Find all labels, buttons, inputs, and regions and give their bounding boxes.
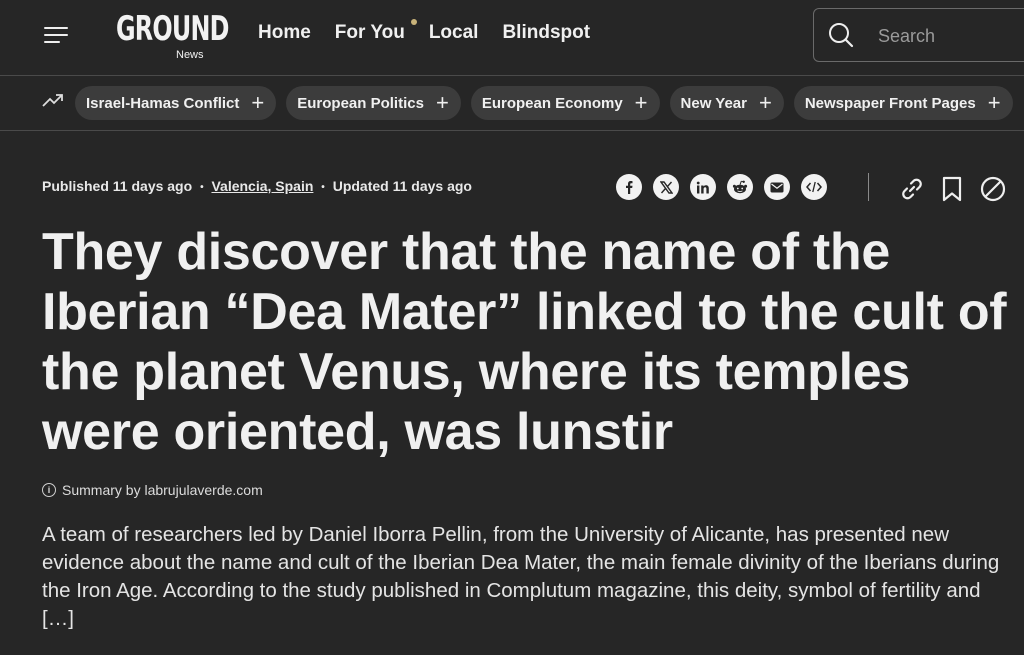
menu-icon[interactable] xyxy=(44,27,70,47)
updated-time: Updated 11 days ago xyxy=(332,178,472,194)
nav-local[interactable]: Local xyxy=(429,22,479,44)
logo-subtext: News xyxy=(176,49,204,61)
plus-icon[interactable]: + xyxy=(251,92,264,114)
trending-topics-bar: Israel-Hamas Conflict + European Politics… xyxy=(0,76,1024,131)
x-icon[interactable] xyxy=(653,174,679,200)
search-input[interactable] xyxy=(876,23,1024,49)
email-icon[interactable] xyxy=(764,174,790,200)
meta-separator: • xyxy=(321,182,325,193)
nav-for-you[interactable]: For You xyxy=(334,19,417,44)
embed-icon[interactable] xyxy=(801,174,827,200)
info-icon: i xyxy=(42,483,56,497)
published-time: Published 11 days ago xyxy=(42,178,193,194)
search-icon xyxy=(829,23,854,48)
topic-pill[interactable]: Newspaper Front Pages + xyxy=(793,86,1013,120)
facebook-icon[interactable] xyxy=(616,174,642,200)
notification-dot xyxy=(410,19,417,25)
topic-label: New Year xyxy=(680,94,747,112)
topic-label: Newspaper Front Pages xyxy=(804,94,976,112)
plus-icon[interactable]: + xyxy=(635,92,648,114)
location-link[interactable]: Valencia, Spain xyxy=(211,178,313,194)
meta-separator: • xyxy=(200,182,204,193)
linkedin-icon[interactable] xyxy=(690,174,716,200)
nav-for-you-label: For You xyxy=(334,22,405,43)
topic-pill[interactable]: European Economy + xyxy=(470,86,660,120)
nav-blindspot[interactable]: Blindspot xyxy=(502,22,590,44)
topic-label: European Economy xyxy=(481,94,623,112)
topic-pills: Israel-Hamas Conflict + European Politics… xyxy=(75,86,1023,120)
plus-icon[interactable]: + xyxy=(436,92,449,114)
block-icon[interactable] xyxy=(980,176,1006,202)
link-icon[interactable] xyxy=(899,176,925,202)
nav-home[interactable]: Home xyxy=(258,22,311,44)
search-box[interactable] xyxy=(813,8,1024,62)
reddit-icon[interactable] xyxy=(727,174,753,200)
summary-source-label: Summary by labrujulaverde.com xyxy=(62,482,263,498)
plus-icon[interactable]: + xyxy=(988,92,1001,114)
ground-news-logo[interactable]: GROUND News xyxy=(116,9,229,64)
share-buttons xyxy=(616,174,838,200)
topic-pill[interactable]: New Year + xyxy=(669,86,784,120)
bookmark-icon[interactable] xyxy=(941,176,963,202)
plus-icon[interactable]: + xyxy=(759,92,772,114)
topic-pill[interactable]: Israel-Hamas Conflict + xyxy=(75,86,277,120)
topic-label: Israel-Hamas Conflict xyxy=(86,94,240,112)
logo-text: GROUND xyxy=(116,9,229,49)
divider xyxy=(868,173,869,201)
top-navigation-bar: GROUND News Home For You Local Blindspot xyxy=(0,0,1024,76)
article-headline: They discover that the name of the Iberi… xyxy=(42,223,1007,461)
article-summary: A team of researchers led by Daniel Ibor… xyxy=(42,523,1000,630)
trending-icon xyxy=(42,94,63,107)
summary-source[interactable]: i Summary by labrujulaverde.com xyxy=(42,482,263,498)
topic-pill[interactable]: European Politics + xyxy=(286,86,461,120)
article-meta: Published 11 days ago • Valencia, Spain … xyxy=(42,178,472,194)
main-nav: Home For You Local Blindspot xyxy=(258,19,614,44)
topic-label: European Politics xyxy=(297,94,424,112)
